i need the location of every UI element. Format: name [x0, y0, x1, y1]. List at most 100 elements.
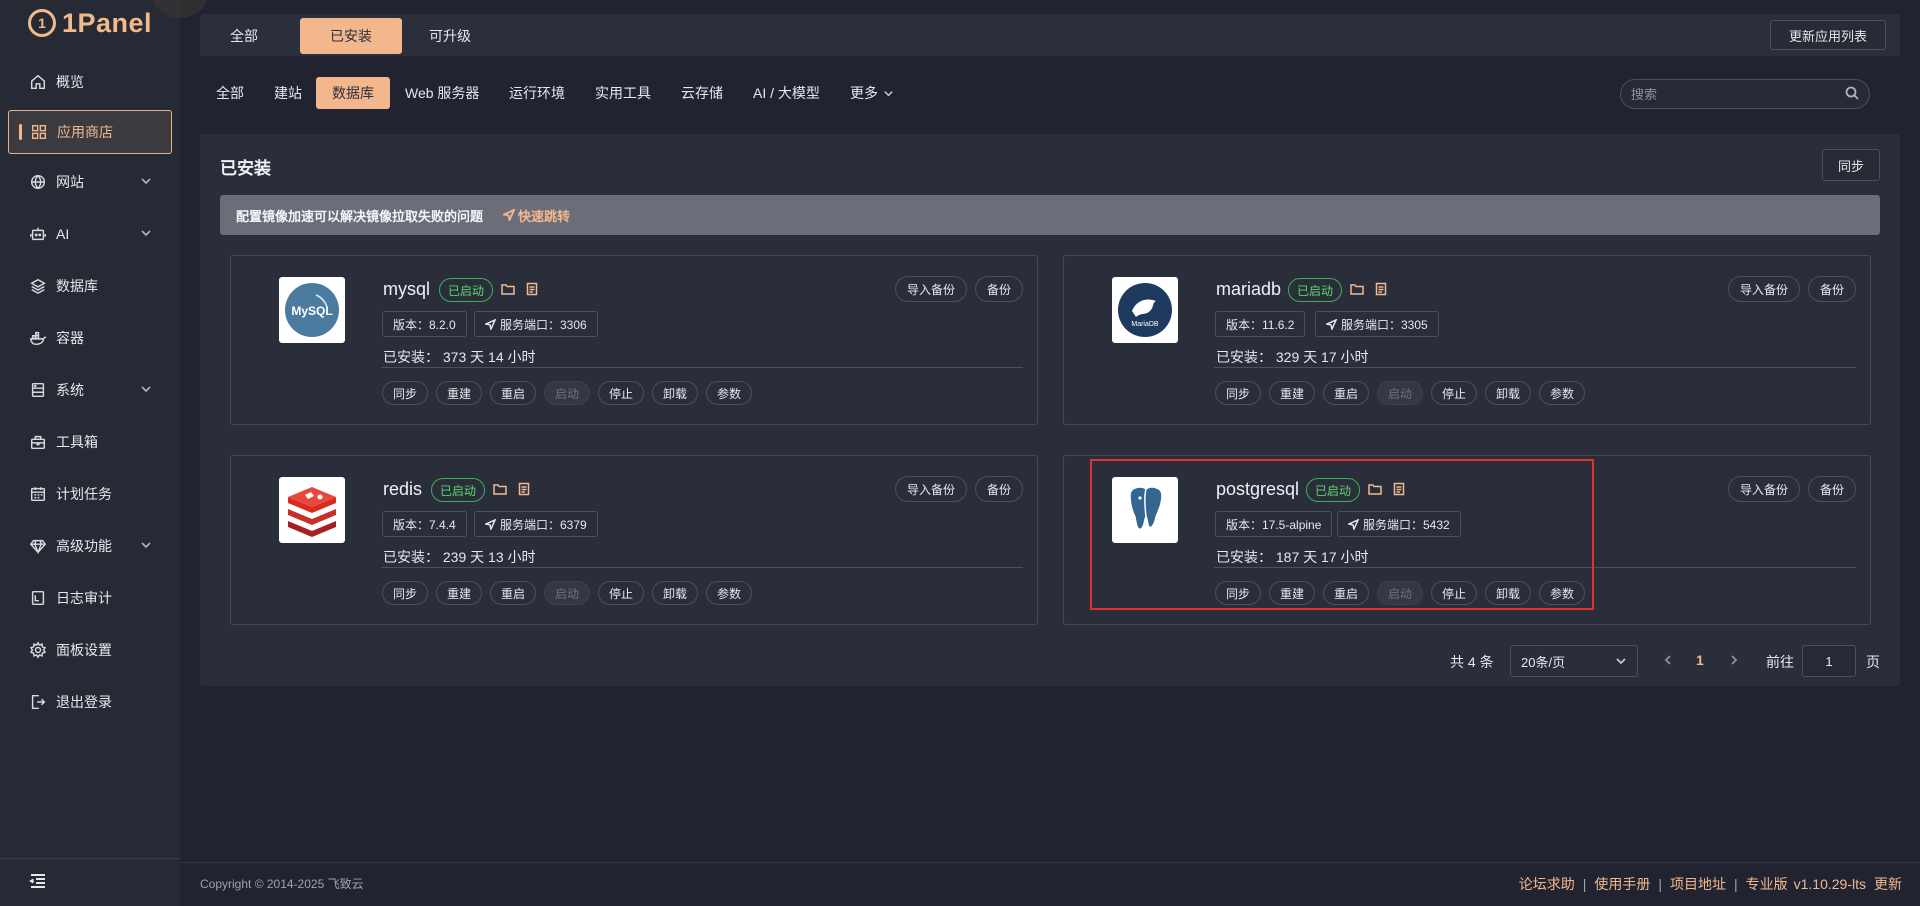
update-link[interactable]: 更新	[1874, 874, 1902, 894]
brand-logo[interactable]: 1 1Panel	[28, 6, 152, 40]
tab-upgradable[interactable]: 可升级	[399, 18, 501, 54]
backup-button[interactable]: 备份	[1808, 476, 1856, 502]
stop-button[interactable]: 停止	[598, 381, 644, 405]
restart-button[interactable]: 重启	[1323, 581, 1369, 605]
sidebar-item-container[interactable]: 容器	[0, 312, 180, 364]
backup-button[interactable]: 备份	[1808, 276, 1856, 302]
import-backup-button[interactable]: 导入备份	[895, 476, 967, 502]
search-input[interactable]	[1631, 86, 1845, 102]
start-button[interactable]: 启动	[544, 381, 590, 405]
sync-action-button[interactable]: 同步	[1215, 381, 1261, 405]
start-button[interactable]: 启动	[544, 581, 590, 605]
category-website[interactable]: 建站	[258, 77, 318, 109]
app-name[interactable]: mysql	[383, 279, 430, 300]
category-ai[interactable]: AI / 大模型	[737, 77, 836, 109]
backup-button[interactable]: 备份	[975, 276, 1023, 302]
stop-button[interactable]: 停止	[1431, 381, 1477, 405]
mysql-logo-text: MySQL	[291, 304, 332, 318]
sidebar-item-overview[interactable]: 概览	[0, 56, 180, 108]
import-backup-button[interactable]: 导入备份	[1728, 476, 1800, 502]
goto-page-input[interactable]	[1802, 645, 1856, 677]
import-backup-button[interactable]: 导入备份	[1728, 276, 1800, 302]
document-icon[interactable]	[1374, 282, 1390, 298]
folder-icon[interactable]	[501, 282, 517, 298]
tab-installed[interactable]: 已安装	[300, 18, 402, 54]
category-database[interactable]: 数据库	[316, 77, 390, 109]
sidebar-item-database[interactable]: 数据库	[0, 260, 180, 312]
stop-button[interactable]: 停止	[1431, 581, 1477, 605]
stop-button[interactable]: 停止	[598, 581, 644, 605]
app-name[interactable]: redis	[383, 479, 422, 500]
project-link[interactable]: 项目地址	[1670, 874, 1726, 894]
sidebar-item-logout[interactable]: 退出登录	[0, 676, 180, 728]
sidebar: 1 1Panel 概览 应用商店 网站 AI 数据库 容器 系统 工具箱 计划任…	[0, 0, 210, 906]
rebuild-button[interactable]: 重建	[1269, 581, 1315, 605]
document-icon[interactable]	[517, 482, 533, 498]
document-icon[interactable]	[525, 282, 541, 298]
sidebar-item-website[interactable]: 网站	[0, 156, 180, 208]
params-button[interactable]: 参数	[1539, 381, 1585, 405]
chevron-down-icon	[140, 538, 152, 554]
rebuild-button[interactable]: 重建	[436, 381, 482, 405]
uninstall-button[interactable]: 卸载	[652, 581, 698, 605]
sidebar-item-toolbox[interactable]: 工具箱	[0, 416, 180, 468]
params-button[interactable]: 参数	[1539, 581, 1585, 605]
sidebar-item-settings[interactable]: 面板设置	[0, 624, 180, 676]
sidebar-item-cron[interactable]: 计划任务	[0, 468, 180, 520]
tab-all[interactable]: 全部	[200, 18, 288, 54]
restart-button[interactable]: 重启	[490, 581, 536, 605]
home-icon	[28, 72, 48, 92]
update-app-list-button[interactable]: 更新应用列表	[1770, 20, 1886, 50]
manual-link[interactable]: 使用手册	[1594, 874, 1650, 894]
page-size-select[interactable]: 20条/页	[1510, 645, 1638, 677]
category-tools[interactable]: 实用工具	[579, 77, 667, 109]
mariadb-logo-text: MariaDB	[1131, 321, 1159, 328]
folder-icon[interactable]	[493, 482, 509, 498]
collapse-sidebar-button[interactable]	[0, 858, 180, 906]
pro-edition-link[interactable]: 专业版	[1746, 874, 1788, 894]
app-name[interactable]: mariadb	[1216, 279, 1281, 300]
status-tab-bar: 全部 已安装 可升级 更新应用列表	[200, 14, 1900, 56]
folder-icon[interactable]	[1368, 482, 1384, 498]
uninstall-button[interactable]: 卸载	[1485, 381, 1531, 405]
search-icon[interactable]	[1845, 86, 1859, 103]
category-all[interactable]: 全部	[200, 77, 260, 109]
sync-button[interactable]: 同步	[1822, 149, 1880, 181]
category-runtime[interactable]: 运行环境	[493, 77, 581, 109]
sidebar-item-label: 退出登录	[56, 694, 112, 710]
uninstall-button[interactable]: 卸载	[652, 381, 698, 405]
uninstall-button[interactable]: 卸载	[1485, 581, 1531, 605]
rebuild-button[interactable]: 重建	[436, 581, 482, 605]
notice-text: 配置镜像加速可以解决镜像拉取失败的问题	[236, 208, 484, 224]
start-button[interactable]: 启动	[1377, 581, 1423, 605]
folder-icon[interactable]	[1350, 282, 1366, 298]
category-web-server[interactable]: Web 服务器	[389, 77, 495, 109]
document-icon[interactable]	[1392, 482, 1408, 498]
sidebar-item-system[interactable]: 系统	[0, 364, 180, 416]
sidebar-item-logs[interactable]: 日志审计	[0, 572, 180, 624]
import-backup-button[interactable]: 导入备份	[895, 276, 967, 302]
params-button[interactable]: 参数	[706, 581, 752, 605]
current-page[interactable]: 1	[1696, 652, 1704, 668]
rebuild-button[interactable]: 重建	[1269, 381, 1315, 405]
sync-action-button[interactable]: 同步	[382, 581, 428, 605]
quick-jump-link[interactable]: 快速跳转	[503, 206, 570, 225]
sidebar-item-app-store[interactable]: 应用商店	[8, 110, 172, 154]
restart-button[interactable]: 重启	[490, 381, 536, 405]
category-more[interactable]: 更多	[834, 77, 910, 109]
next-page-button[interactable]	[1728, 653, 1744, 669]
start-button[interactable]: 启动	[1377, 381, 1423, 405]
category-cloud-storage[interactable]: 云存储	[665, 77, 739, 109]
forum-link[interactable]: 论坛求助	[1519, 874, 1575, 894]
prev-page-button[interactable]	[1662, 653, 1678, 669]
restart-button[interactable]: 重启	[1323, 381, 1369, 405]
menu-collapse-icon	[28, 871, 48, 894]
layers-icon	[28, 276, 48, 296]
app-name[interactable]: postgresql	[1216, 479, 1299, 500]
sidebar-item-ai[interactable]: AI	[0, 208, 180, 260]
sync-action-button[interactable]: 同步	[1215, 581, 1261, 605]
backup-button[interactable]: 备份	[975, 476, 1023, 502]
sidebar-item-advanced[interactable]: 高级功能	[0, 520, 180, 572]
sync-action-button[interactable]: 同步	[382, 381, 428, 405]
params-button[interactable]: 参数	[706, 381, 752, 405]
